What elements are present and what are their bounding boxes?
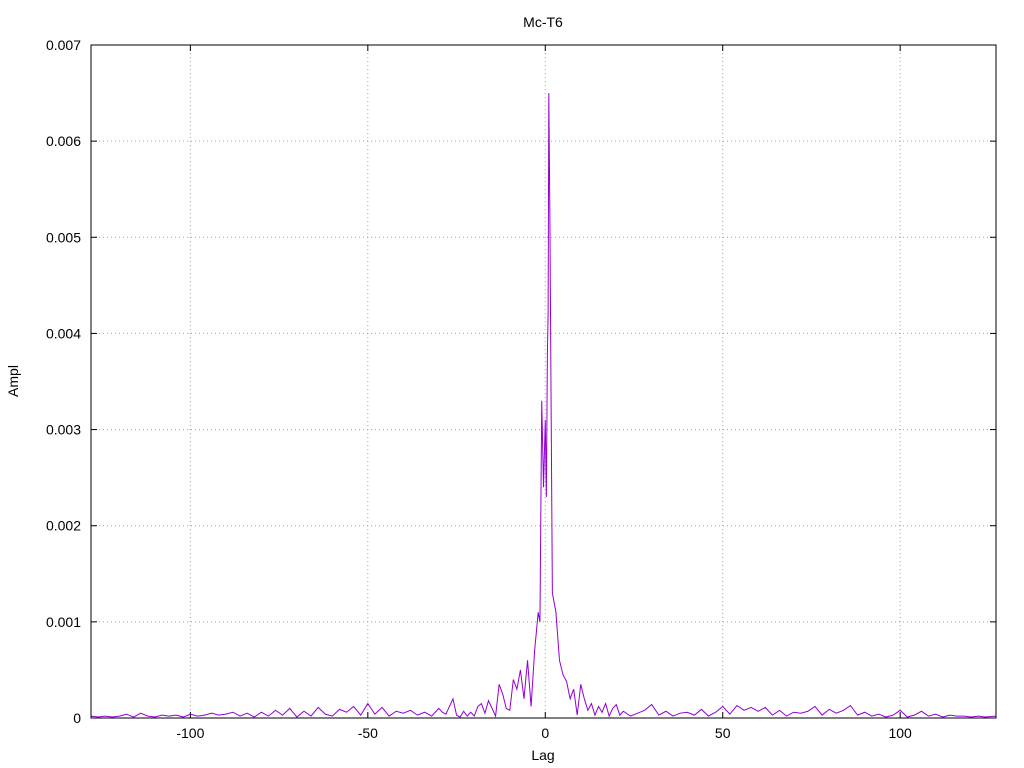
axis-ticks <box>91 44 996 719</box>
tick-labels: -100 -50 0 50 100 0 0.001 0.002 0.003 0.004 0.005 0… <box>46 37 912 741</box>
y-axis-title: Ampl <box>5 365 21 397</box>
x-tick-label: 100 <box>888 725 912 741</box>
y-tick-label: 0.001 <box>46 614 81 630</box>
chart-canvas: Mc-T6 Ampl Lag -100 -50 0 50 100 0 0.001 0.002 0… <box>5 14 997 763</box>
y-tick-label: 0.007 <box>46 37 81 53</box>
y-tick-label: 0.004 <box>46 325 81 341</box>
chart-title: Mc-T6 <box>523 14 563 30</box>
x-tick-label: 0 <box>541 725 549 741</box>
x-tick-label: 50 <box>715 725 731 741</box>
y-tick-label: 0.003 <box>46 422 81 438</box>
x-axis-title: Lag <box>531 747 554 763</box>
y-tick-label: 0.006 <box>46 133 81 149</box>
x-tick-label: -100 <box>176 725 204 741</box>
series-line <box>90 93 997 718</box>
y-tick-label: 0.002 <box>46 518 81 534</box>
plot-frame <box>90 44 997 719</box>
y-tick-label: 0 <box>73 710 81 726</box>
y-tick-label: 0.005 <box>46 229 81 245</box>
x-tick-label: -50 <box>358 725 378 741</box>
gridlines <box>91 45 996 718</box>
plot-series <box>90 93 997 718</box>
